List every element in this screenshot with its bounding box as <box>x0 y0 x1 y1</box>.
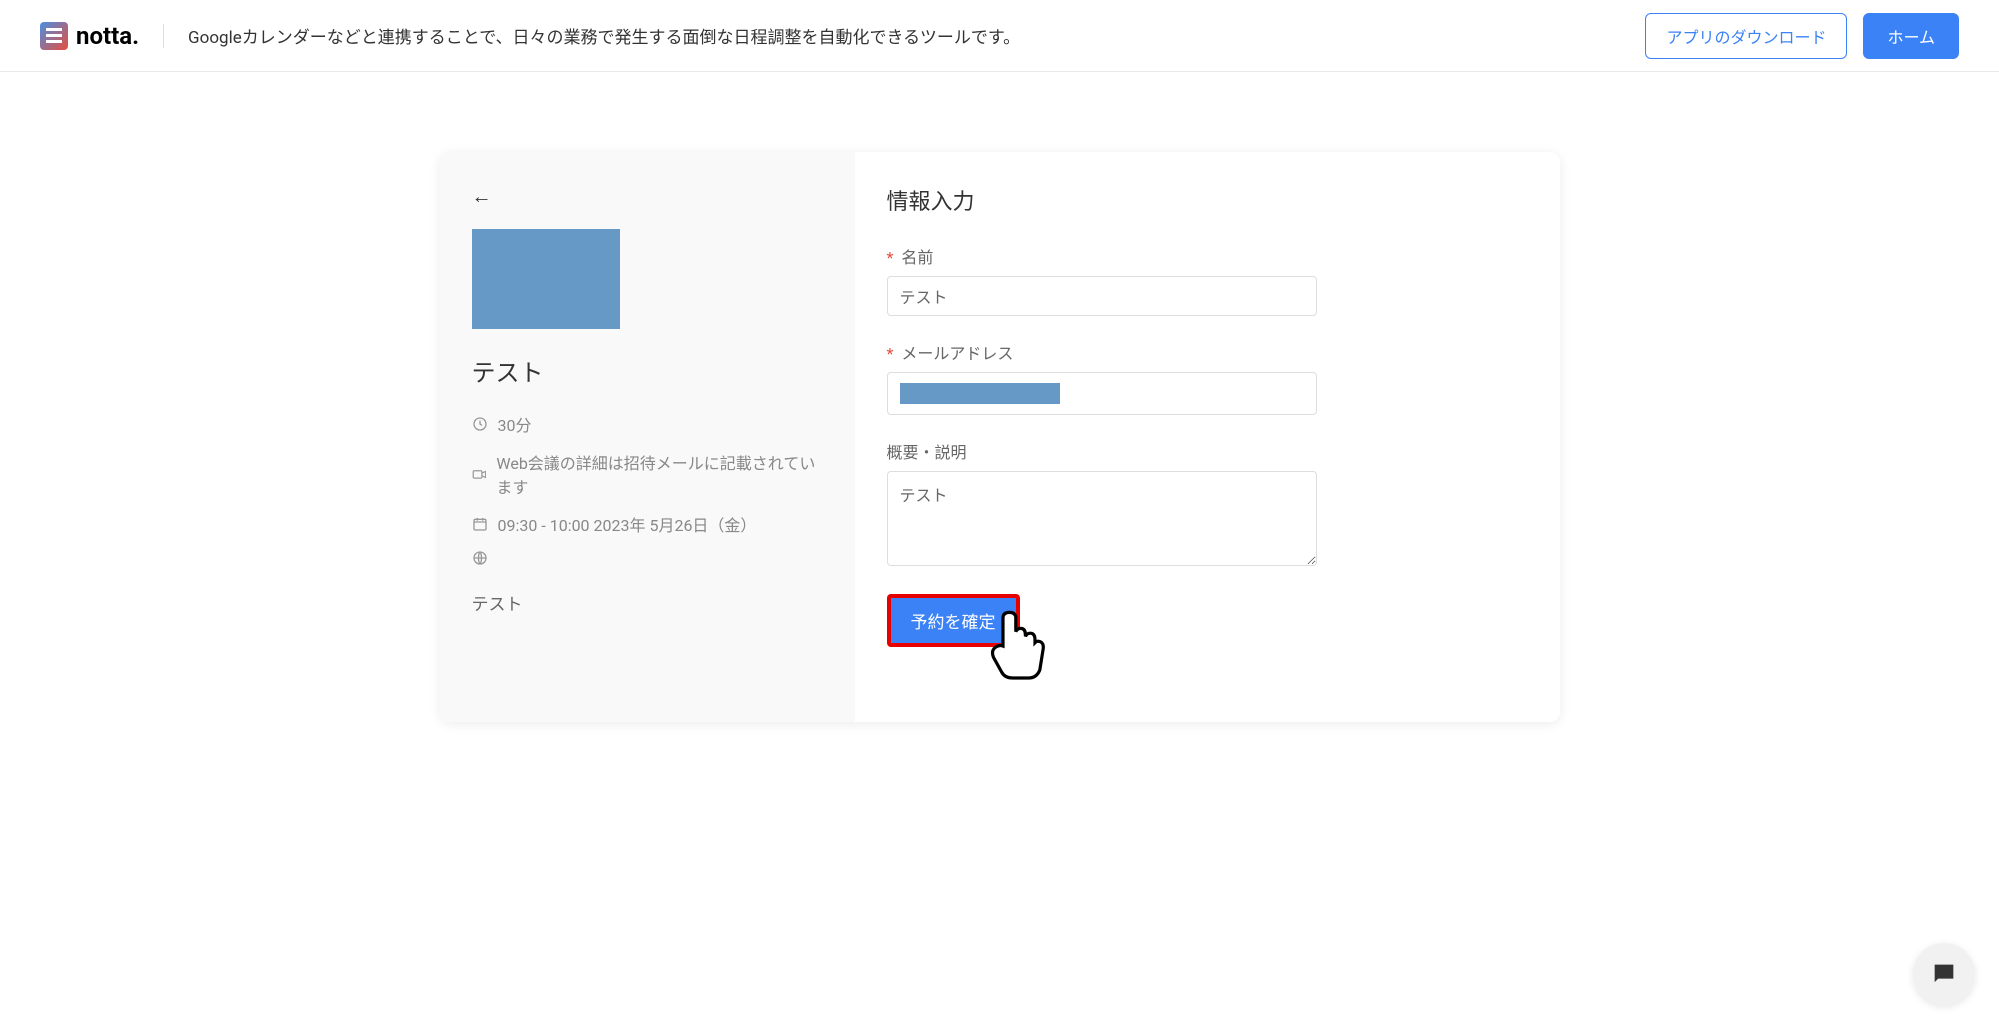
main-content: ← テスト 30分 Web会議の詳細は招待メールに記載されています 09:30 … <box>0 72 1999 722</box>
globe-row <box>472 550 823 566</box>
email-input[interactable] <box>887 372 1317 415</box>
name-input[interactable] <box>887 276 1317 316</box>
email-redacted-block <box>900 383 1060 404</box>
email-label-text: メールアドレス <box>901 344 1013 363</box>
header-divider <box>163 24 164 48</box>
booking-card: ← テスト 30分 Web会議の詳細は招待メールに記載されています 09:30 … <box>440 152 1560 722</box>
calendar-icon <box>472 516 488 532</box>
meeting-info-text: Web会議の詳細は招待メールに記載されています <box>496 450 822 498</box>
meeting-info-row: Web会議の詳細は招待メールに記載されています <box>472 450 823 498</box>
chat-widget-button[interactable] <box>1913 943 1975 1005</box>
booking-form-panel: 情報入力 * 名前 * メールアドレス 概要・説明 <box>855 152 1560 722</box>
back-arrow-icon[interactable]: ← <box>472 184 492 209</box>
name-label: * 名前 <box>887 244 1528 268</box>
home-button[interactable]: ホーム <box>1863 13 1959 59</box>
chat-icon <box>1930 960 1958 988</box>
datetime-row: 09:30 - 10:00 2023年 5月26日（金） <box>472 512 823 536</box>
summary-textarea[interactable] <box>887 471 1317 566</box>
download-app-button[interactable]: アプリのダウンロード <box>1645 13 1847 59</box>
name-label-text: 名前 <box>901 248 933 267</box>
header-right: アプリのダウンロード ホーム <box>1645 13 1959 59</box>
header: notta. Googleカレンダーなどと連携することで、日々の業務で発生する面… <box>0 0 1999 72</box>
required-mark: * <box>887 248 894 267</box>
booking-summary-panel: ← テスト 30分 Web会議の詳細は招待メールに記載されています 09:30 … <box>440 152 855 722</box>
brand-text: notta. <box>76 22 139 50</box>
video-icon <box>472 466 487 482</box>
email-label: * メールアドレス <box>887 340 1528 364</box>
name-group: * 名前 <box>887 244 1528 316</box>
duration-row: 30分 <box>472 412 823 436</box>
event-title: テスト <box>472 353 823 388</box>
brand-logo[interactable]: notta. <box>40 22 139 50</box>
clock-icon <box>472 416 488 432</box>
datetime-text: 09:30 - 10:00 2023年 5月26日（金） <box>498 512 757 536</box>
email-group: * メールアドレス <box>887 340 1528 415</box>
header-tagline: Googleカレンダーなどと連携することで、日々の業務で発生する面倒な日程調整を… <box>188 23 1020 48</box>
summary-group: 概要・説明 <box>887 439 1528 570</box>
confirm-booking-button[interactable]: 予約を確定 <box>887 594 1020 647</box>
logo-icon <box>40 22 68 50</box>
summary-label: 概要・説明 <box>887 439 1528 463</box>
event-description: テスト <box>472 590 823 615</box>
duration-text: 30分 <box>498 412 532 436</box>
submit-wrapper: 予約を確定 <box>887 594 1020 647</box>
event-avatar <box>472 229 620 329</box>
required-mark: * <box>887 344 894 363</box>
header-left: notta. Googleカレンダーなどと連携することで、日々の業務で発生する面… <box>40 22 1020 50</box>
globe-icon <box>472 550 488 566</box>
form-title: 情報入力 <box>887 184 1528 216</box>
